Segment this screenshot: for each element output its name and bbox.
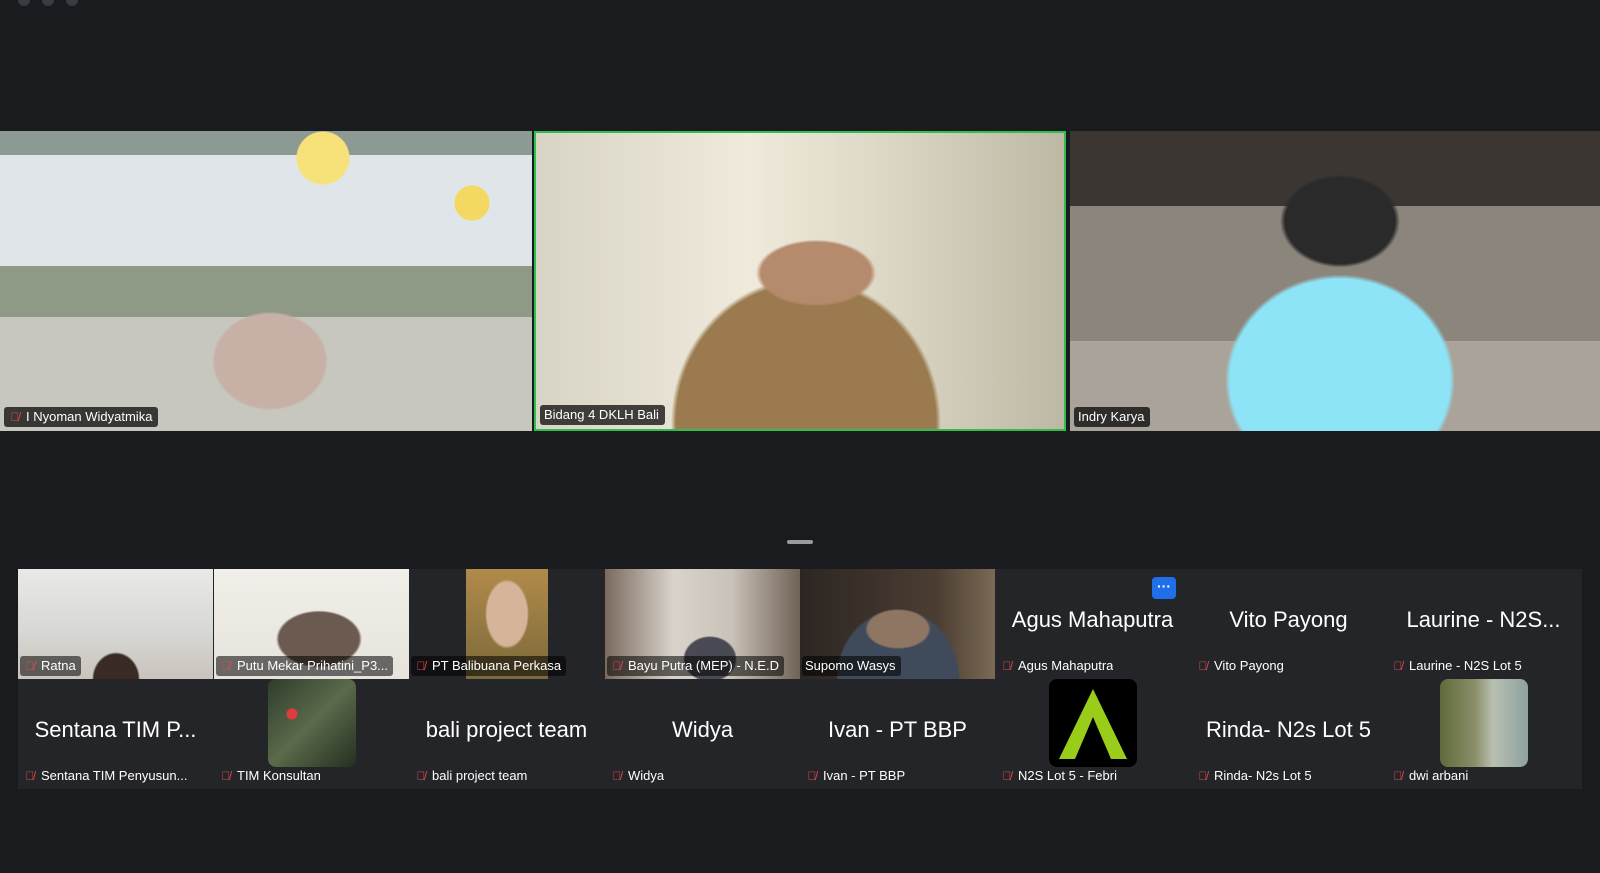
mic-off-icon: 🎙̸ [1393, 769, 1403, 783]
participant-name-label: Supomo Wasys [802, 656, 901, 676]
participant-name-label: 🎙̸ Vito Payong [1193, 656, 1289, 676]
logo-icon [1058, 689, 1127, 759]
participant-name-label: Indry Karya [1074, 407, 1151, 427]
speaker-tile-1[interactable]: 🎙̸ I Nyoman Widyatmika [0, 131, 532, 431]
gallery-tile[interactable]: 🎙̸ dwi arbani [1386, 679, 1581, 789]
speaker-tile-active[interactable]: Bidang 4 DKLH Bali [534, 131, 1066, 431]
gallery-tile[interactable]: Rinda- N2s Lot 5 🎙̸ Rinda- N2s Lot 5 [1191, 679, 1386, 789]
mic-off-icon: 🎙̸ [1002, 769, 1012, 783]
gallery-tile[interactable]: 🎙̸ PT Balibuana Perkasa [409, 569, 604, 679]
mic-off-icon: 🎙̸ [25, 659, 35, 673]
participant-name-label: Bidang 4 DKLH Bali [540, 405, 665, 425]
resize-handle[interactable] [787, 540, 813, 544]
participant-name-label: 🎙̸ bali project team [411, 766, 532, 786]
participant-name-label: 🎙̸ dwi arbani [1388, 766, 1473, 786]
mic-off-icon: 🎙̸ [612, 659, 622, 673]
mic-off-icon: 🎙̸ [221, 769, 231, 783]
gallery-tile[interactable]: Widya 🎙̸ Widya [605, 679, 800, 789]
gallery-tile[interactable]: 🎙̸ TIM Konsultan [214, 679, 409, 789]
participant-name-label: 🎙̸ Bayu Putra (MEP) - N.E.D [607, 656, 784, 676]
close-window-button[interactable] [18, 0, 30, 6]
participant-name-label: 🎙̸ Putu Mekar Prihatini_P3... [216, 656, 394, 676]
zoom-window-button[interactable] [66, 0, 78, 6]
participant-name-label: 🎙̸ TIM Konsultan [216, 766, 326, 786]
more-horizontal-icon[interactable]: ··· [1152, 577, 1176, 599]
gallery-tile[interactable]: Vito Payong 🎙̸ Vito Payong [1191, 569, 1386, 679]
mic-off-icon: 🎙̸ [1002, 659, 1012, 673]
minimize-window-button[interactable] [42, 0, 54, 6]
mic-off-icon: 🎙̸ [807, 769, 817, 783]
landscape-avatar [1439, 679, 1528, 767]
gallery-tile[interactable]: Supomo Wasys [800, 569, 995, 679]
gallery-tile[interactable]: 🎙̸ Ratna [18, 569, 213, 679]
participant-name-label: 🎙̸ I Nyoman Widyatmika [4, 407, 159, 427]
gallery-tile[interactable]: 🎙̸ Bayu Putra (MEP) - N.E.D [605, 569, 800, 679]
mic-off-icon: 🎙̸ [416, 769, 426, 783]
mic-off-icon: 🎙̸ [1198, 769, 1208, 783]
participant-name-label: 🎙̸ Ivan - PT BBP [802, 766, 910, 786]
mic-off-icon: 🎙̸ [221, 659, 231, 673]
mic-off-icon: 🎙̸ [416, 659, 426, 673]
participant-name-label: 🎙̸ N2S Lot 5 - Febri [997, 766, 1122, 786]
gallery-tile[interactable]: Sentana TIM P... 🎙̸ Sentana TIM Penyusun… [18, 679, 213, 789]
participant-name-label: 🎙̸ PT Balibuana Perkasa [411, 656, 567, 676]
speaker-tile-3[interactable]: Indry Karya [1070, 131, 1600, 431]
gallery-tile[interactable]: 🎙̸ Putu Mekar Prihatini_P3... [214, 569, 409, 679]
map-avatar [267, 679, 356, 767]
participant-name-label: 🎙̸ Ratna [20, 656, 81, 676]
mic-off-icon: 🎙̸ [10, 410, 20, 424]
window-controls[interactable] [18, 0, 78, 6]
gallery-strip: 🎙̸ Ratna 🎙̸ Putu Mekar Prihatini_P3... 🎙… [18, 569, 1582, 789]
gallery-tile[interactable]: ··· Agus Mahaputra 🎙̸ Agus Mahaputra [995, 569, 1190, 679]
mic-off-icon: 🎙̸ [1198, 659, 1208, 673]
participant-name-label: 🎙̸ Rinda- N2s Lot 5 [1193, 766, 1317, 786]
mic-off-icon: 🎙̸ [25, 769, 35, 783]
participant-name-label: 🎙̸ Agus Mahaputra [997, 656, 1118, 676]
participant-name-label: 🎙̸ Laurine - N2S Lot 5 [1388, 656, 1527, 676]
participant-name-label: 🎙̸ Sentana TIM Penyusun... [20, 766, 192, 786]
gallery-tile[interactable]: Laurine - N2S... 🎙̸ Laurine - N2S Lot 5 [1386, 569, 1581, 679]
gallery-tile[interactable]: Ivan - PT BBP 🎙̸ Ivan - PT BBP [800, 679, 995, 789]
gallery-tile[interactable]: bali project team 🎙̸ bali project team [409, 679, 604, 789]
gallery-tile[interactable]: 🎙̸ N2S Lot 5 - Febri [995, 679, 1190, 789]
mic-off-icon: 🎙̸ [612, 769, 622, 783]
participant-name-label: 🎙̸ Widya [607, 766, 669, 786]
logo-avatar [1048, 679, 1137, 767]
mic-off-icon: 🎙̸ [1393, 659, 1403, 673]
